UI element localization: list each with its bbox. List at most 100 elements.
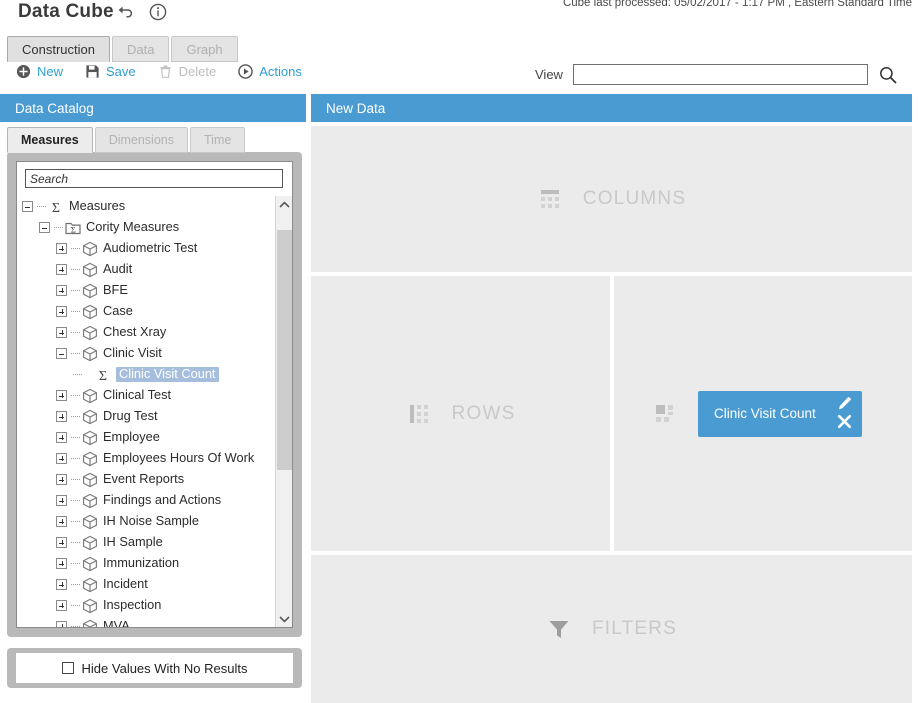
plus-circle-icon [16, 64, 31, 79]
tab-graph[interactable]: Graph [171, 36, 238, 62]
tree-expander-plus-icon[interactable] [56, 537, 67, 548]
tree-node-label: Audiometric Test [103, 240, 198, 256]
scroll-up-arrow[interactable] [276, 196, 292, 213]
catalog-tab-dimensions[interactable]: Dimensions [94, 127, 188, 153]
tree-node[interactable]: Σ Cority Measures [22, 217, 274, 238]
tree-connector [73, 374, 82, 375]
tree-node[interactable]: IH Sample [22, 532, 274, 553]
cube-icon [83, 577, 97, 592]
hide-values-checkbox[interactable] [61, 662, 74, 674]
tree-node[interactable]: Clinic Visit [22, 343, 274, 364]
tree-node-label: IH Sample [103, 534, 163, 550]
tree-node[interactable]: Audiometric Test [22, 238, 274, 259]
tree-node[interactable]: IH Noise Sample [22, 511, 274, 532]
tree-expander-minus-icon[interactable] [39, 222, 50, 233]
magnifier-icon[interactable] [878, 65, 898, 85]
tree-expander-plus-icon[interactable] [56, 243, 67, 254]
view-label: View [535, 67, 563, 82]
tree-node[interactable]: Immunization [22, 553, 274, 574]
tree-node[interactable]: Inspection [22, 595, 274, 616]
view-input[interactable] [572, 64, 868, 85]
tree-node[interactable]: Employee [22, 427, 274, 448]
tree-expander-plus-icon[interactable] [56, 453, 67, 464]
tree-expander-plus-icon[interactable] [56, 390, 67, 401]
tree-node[interactable]: MVA [22, 616, 274, 627]
values-content: Clinic Visit Count [652, 390, 862, 437]
tree-node[interactable]: Employees Hours Of Work [22, 448, 274, 469]
tree-node[interactable]: Event Reports [22, 469, 274, 490]
tree-node-label: Measures [69, 198, 126, 214]
new-button[interactable]: New [16, 64, 63, 79]
columns-drop-zone[interactable]: COLUMNS [311, 126, 912, 272]
save-button[interactable]: Save [85, 64, 136, 79]
tree-expander-plus-icon[interactable] [56, 621, 67, 627]
tree-connector [71, 248, 80, 249]
tree-node[interactable]: Σ Measures [22, 196, 274, 217]
tree-node-label: Clinic Visit Count [116, 367, 219, 382]
values-drop-zone[interactable]: Clinic Visit Count [614, 276, 912, 551]
tree-expander-plus-icon[interactable] [56, 516, 67, 527]
tree-expander-plus-icon[interactable] [56, 306, 67, 317]
tree-node-label: Clinic Visit [103, 345, 162, 361]
measure-chip-actions [836, 395, 853, 430]
rows-drop-zone[interactable]: ROWS [311, 276, 610, 551]
tree-expander-plus-icon[interactable] [56, 495, 67, 506]
measure-chip-clinic-visit-count[interactable]: Clinic Visit Count [698, 390, 862, 437]
tree-expander-minus-icon[interactable] [56, 348, 67, 359]
tab-data[interactable]: Data [111, 36, 170, 62]
tree-connector [71, 479, 80, 480]
tree-connector [71, 311, 80, 312]
tree-expander-plus-icon[interactable] [56, 411, 67, 422]
actions-button[interactable]: Actions [238, 64, 302, 79]
tree-expander-plus-icon[interactable] [56, 579, 67, 590]
tree-expander-plus-icon[interactable] [56, 264, 67, 275]
cube-icon [83, 598, 97, 613]
tree-expander-plus-icon[interactable] [56, 474, 67, 485]
tree-node-label: Employee [103, 429, 160, 445]
info-circle-icon[interactable] [148, 2, 168, 22]
tree-node-label: MVA [103, 618, 130, 627]
tree-node-label: Immunization [103, 555, 180, 571]
tree-scrollbar[interactable] [275, 196, 292, 627]
undo-arrow-icon[interactable] [115, 2, 135, 22]
tree-expander-plus-icon[interactable] [56, 600, 67, 611]
catalog-tree-panel: Σ Measures Σ Cority Measures Audiometric Tes… [7, 152, 302, 637]
close-x-icon[interactable] [836, 413, 853, 430]
main-tab-bar: Construction Data Graph [7, 36, 238, 62]
tree-expander-plus-icon[interactable] [56, 558, 67, 569]
measure-chip-label: Clinic Visit Count [714, 406, 816, 421]
search-input[interactable] [25, 169, 283, 188]
catalog-tab-measures[interactable]: Measures [7, 127, 93, 153]
delete-button[interactable]: Delete [158, 64, 216, 79]
tree-expander-plus-icon[interactable] [56, 285, 67, 296]
tree-node[interactable]: Audit [22, 259, 274, 280]
tree-node[interactable]: Σ Clinic Visit Count [22, 364, 274, 385]
tree-node-label: Inspection [103, 597, 162, 613]
tree-node-label: Employees Hours Of Work [103, 450, 255, 466]
filters-drop-zone[interactable]: FILTERS [311, 555, 912, 703]
tree-node[interactable]: Findings and Actions [22, 490, 274, 511]
tree-node-label: Chest Xray [103, 324, 167, 340]
catalog-tree-frame: Σ Measures Σ Cority Measures Audiometric Tes… [16, 161, 293, 628]
tree-expander-minus-icon[interactable] [22, 201, 33, 212]
catalog-tab-time[interactable]: Time [190, 127, 246, 153]
hide-values-row[interactable]: Hide Values With No Results [16, 653, 293, 683]
scroll-down-arrow[interactable] [276, 610, 292, 627]
tree-node[interactable]: Clinical Test [22, 385, 274, 406]
tree-node[interactable]: Case [22, 301, 274, 322]
pencil-icon[interactable] [836, 395, 853, 412]
tree-node-label: Case [103, 303, 133, 319]
tree-node[interactable]: BFE [22, 280, 274, 301]
scrollbar-thumb[interactable] [277, 230, 292, 470]
cube-icon [83, 241, 97, 256]
tree-node[interactable]: Chest Xray [22, 322, 274, 343]
filters-zone-label: FILTERS [591, 618, 678, 639]
tab-construction[interactable]: Construction [7, 36, 110, 62]
cube-icon [83, 493, 97, 508]
tree-node[interactable]: Drug Test [22, 406, 274, 427]
tree-node-label: Audit [103, 261, 133, 277]
cube-icon [83, 409, 97, 424]
tree-expander-plus-icon[interactable] [56, 327, 67, 338]
tree-node[interactable]: Incident [22, 574, 274, 595]
tree-expander-plus-icon[interactable] [56, 432, 67, 443]
